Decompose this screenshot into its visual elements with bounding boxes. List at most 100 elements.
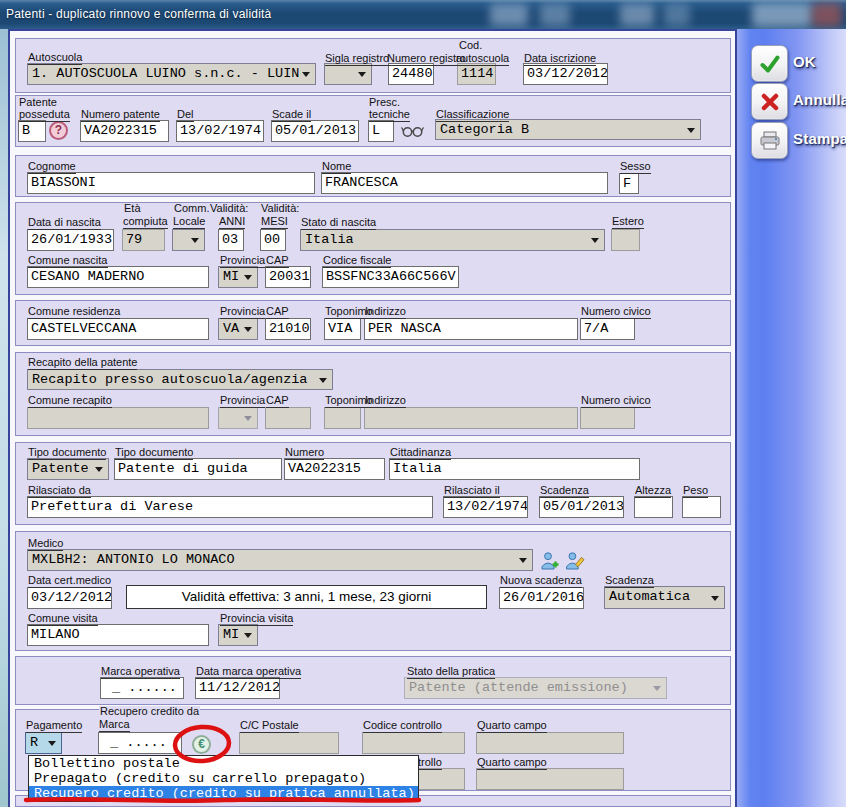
tipo-documento-label: Tipo documento xyxy=(115,447,193,460)
chevron-down-icon xyxy=(358,72,366,77)
scade-il-field[interactable]: 05/01/2013 xyxy=(271,120,359,142)
chevron-down-icon xyxy=(711,596,719,601)
nome-field[interactable]: FRANCESCA xyxy=(321,172,608,194)
stampa-button-label: Stampa xyxy=(793,130,846,147)
classificazione-select[interactable]: Categoria B xyxy=(435,119,701,140)
autoscuola-value: 1. AUTOSCUOLA LUINO s.n.c. - LUIN xyxy=(28,64,315,83)
titlebar-glass-blob xyxy=(540,4,570,26)
titlebar-glass-blob xyxy=(490,4,528,26)
quarto-campo2-field xyxy=(476,768,624,790)
sigla-registro-label: Sigla registro xyxy=(325,53,389,66)
numero-civico-field[interactable]: 7/A xyxy=(580,318,635,340)
indirizzo-recapito-field xyxy=(364,407,578,429)
peso-field[interactable] xyxy=(682,496,721,518)
comune-visita-field[interactable]: MILANO xyxy=(27,624,209,646)
pagamento-select[interactable]: R xyxy=(25,732,62,754)
cittadinanza-field[interactable]: Italia xyxy=(389,458,640,480)
data-iscrizione-label: Data iscrizione xyxy=(524,53,596,66)
dropdown-option-recupero-credito[interactable]: Recupero credito (credito su pratica ann… xyxy=(29,786,418,801)
dropdown-option-bollettino[interactable]: Bollettino postale xyxy=(29,756,418,771)
stato-nascita-select[interactable]: Italia xyxy=(300,229,605,251)
recapito-select[interactable]: Recapito presso autoscuola/agenzia xyxy=(27,369,333,390)
toponimo-field[interactable]: VIA xyxy=(324,318,361,340)
patenti-window: Patenti - duplicato rinnovo e conferma d… xyxy=(0,0,846,807)
classificazione-label: Classificazione xyxy=(436,109,509,122)
comm-med-locale-select[interactable] xyxy=(172,229,205,251)
stampa-button[interactable] xyxy=(751,122,788,159)
medico-select[interactable]: MXLBH2: ANTONIO LO MONACO xyxy=(27,549,533,571)
x-icon xyxy=(760,92,780,112)
provincia-residenza-select[interactable]: VA xyxy=(218,318,258,340)
numero-documento-field[interactable]: VA2022315 xyxy=(284,458,385,480)
cap-nascita-field[interactable]: 20031 xyxy=(265,266,311,288)
sesso-field[interactable]: F xyxy=(619,173,639,194)
presc-tecniche-field[interactable]: L xyxy=(368,120,394,142)
nuova-scadenza-field[interactable]: 26/01/2016 xyxy=(499,587,584,609)
chevron-down-icon xyxy=(244,416,252,421)
scadenza-documento-field[interactable]: 05/01/2013 xyxy=(539,496,624,518)
recapito-value: Recapito presso autoscuola/agenzia xyxy=(28,370,332,389)
comune-nascita-label: Comune nascita xyxy=(28,255,108,268)
tipo-documento-field[interactable]: Patente di guida xyxy=(114,458,282,480)
numero-civico-recapito-field xyxy=(580,407,635,429)
scadenza-tipo-value: Automatica xyxy=(605,587,724,606)
data-cert-medico-field[interactable]: 03/12/2012 xyxy=(27,587,112,609)
provincia-visita-label: Provincia visita xyxy=(220,613,293,626)
indirizzo-field[interactable]: PER NASCA xyxy=(364,318,578,340)
pagamento-dropdown-list: Bollettino postale Prepagato (credito su… xyxy=(28,755,419,802)
recupero-marca-field[interactable]: _ ..... xyxy=(98,732,182,754)
annulla-button[interactable] xyxy=(751,83,788,120)
recupero-credito-label-line1: Recupero credito da xyxy=(99,706,200,717)
patente-posseduta-field[interactable]: B xyxy=(18,120,46,142)
cap-recapito-field xyxy=(265,407,311,429)
chevron-down-icon xyxy=(48,741,56,746)
data-iscrizione-field[interactable]: 03/12/2012 xyxy=(523,63,608,85)
scadenza-tipo-select[interactable]: Automatica xyxy=(604,586,725,609)
del-field[interactable]: 13/02/1974 xyxy=(176,120,264,142)
marca-operativa-field[interactable]: _ ...... xyxy=(100,677,184,699)
numero-registro-field[interactable]: 24480 xyxy=(388,63,434,85)
numero-patente-field[interactable]: VA2022315 xyxy=(80,120,169,142)
quarto-campo-field xyxy=(476,732,624,754)
provincia-visita-select[interactable]: MI xyxy=(218,624,258,646)
numero-patente-label: Numero patente xyxy=(81,109,160,122)
rilasciato-da-field[interactable]: Prefettura di Varese xyxy=(27,496,433,518)
validita-effettiva-banner: Validità effettiva: 3 anni, 1 mese, 23 g… xyxy=(126,585,487,609)
dropdown-option-prepagato[interactable]: Prepagato (credito su carrello prepagato… xyxy=(29,771,418,786)
provincia-nascita-select[interactable]: MI xyxy=(218,266,258,288)
codice-fiscale-field[interactable]: BSSFNC33A66C566V xyxy=(322,266,459,288)
indirizzo-recapito-label: Indirizzo xyxy=(365,395,406,408)
cod-autoscuola-label: autoscuola xyxy=(456,53,509,66)
autoscuola-select[interactable]: 1. AUTOSCUOLA LUINO s.n.c. - LUIN xyxy=(27,63,316,85)
toponimo-recapito-field xyxy=(324,407,361,429)
edit-medico-icon[interactable] xyxy=(565,551,585,570)
ok-button[interactable] xyxy=(751,45,788,82)
validita-mesi-field[interactable]: 00 xyxy=(260,229,286,251)
titlebar-glass-blob xyxy=(664,4,690,26)
titlebar-close-blob xyxy=(812,3,842,27)
data-marca-operativa-label: Data marca operativa xyxy=(196,666,301,679)
tipo-documento-select[interactable]: Patente xyxy=(27,458,109,480)
help-glyph: ? xyxy=(55,123,62,137)
help-icon[interactable]: ? xyxy=(49,121,68,140)
eta-label-line1: Età xyxy=(123,203,142,214)
recupero-credito-label-line2: Marca xyxy=(99,719,130,732)
rilasciato-il-field[interactable]: 13/02/1974 xyxy=(443,496,528,518)
chevron-down-icon xyxy=(244,327,252,332)
estero-label: Estero xyxy=(612,216,644,229)
data-marca-operativa-field[interactable]: 11/12/2012 xyxy=(195,677,280,699)
cap-nascita-label: CAP xyxy=(266,255,289,268)
comune-residenza-field[interactable]: CASTELVECCANA xyxy=(27,318,209,340)
add-medico-icon[interactable] xyxy=(540,551,560,570)
data-nascita-label: Data di nascita xyxy=(28,217,101,230)
rilasciato-il-label: Rilasciato il xyxy=(444,485,500,498)
cognome-field[interactable]: BIASSONI xyxy=(27,172,315,194)
sigla-registro-select[interactable] xyxy=(324,63,372,85)
altezza-field[interactable] xyxy=(634,496,673,518)
euro-icon[interactable]: € xyxy=(192,735,211,754)
numero-documento-label: Numero xyxy=(285,447,324,460)
comune-nascita-field[interactable]: CESANO MADERNO xyxy=(27,266,209,288)
data-nascita-field[interactable]: 26/01/1933 xyxy=(27,229,114,251)
cap-residenza-field[interactable]: 21010 xyxy=(265,318,311,340)
validita-anni-field[interactable]: 03 xyxy=(218,229,244,251)
